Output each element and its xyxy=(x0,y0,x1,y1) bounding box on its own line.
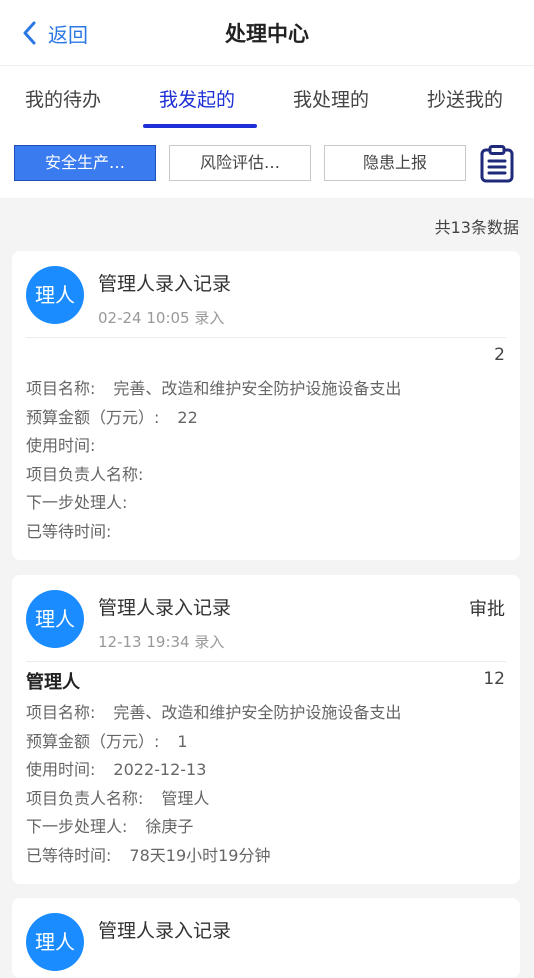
card-time: 12-13 19:34 录入 xyxy=(98,633,225,651)
field-budget: 预算金额（万元）: 1 xyxy=(26,731,188,751)
filter-risk-assessment[interactable]: 风险评估… xyxy=(169,145,311,181)
page-title: 处理中心 xyxy=(225,22,309,46)
field-next-handler: 下一步处理人: xyxy=(26,493,128,513)
divider xyxy=(26,337,506,338)
field-budget: 预算金额（万元）: 22 xyxy=(26,407,198,427)
tab-initiated-by-me[interactable]: 我发起的 xyxy=(159,85,235,112)
field-project-owner: 项目负责人名称: xyxy=(26,464,144,484)
record-count: 共13条数据 xyxy=(434,218,519,237)
clipboard-list-icon[interactable] xyxy=(479,145,515,187)
tab-my-todo[interactable]: 我的待办 xyxy=(25,85,101,112)
card-time: 02-24 10:05 录入 xyxy=(98,309,225,327)
card-number: 2 xyxy=(494,345,505,365)
tab-cc-to-me[interactable]: 抄送我的 xyxy=(427,85,503,112)
record-card[interactable]: 理人 管理人录入记录 xyxy=(12,898,520,978)
avatar: 理人 xyxy=(26,266,84,324)
field-project-name: 项目名称: 完善、改造和维护安全防护设施设备支出 xyxy=(26,379,402,398)
tab-bar: 我的待办 我发起的 我处理的 抄送我的 xyxy=(0,66,534,132)
field-waited-time: 已等待时间: xyxy=(26,521,112,541)
avatar: 理人 xyxy=(26,590,84,648)
card-title: 管理人录入记录 xyxy=(98,273,232,295)
card-fields: 项目名称: 完善、改造和维护安全防护设施设备支出 预算金额（万元）: 22 使用时间… xyxy=(26,375,401,547)
filter-safety-production[interactable]: 安全生产… xyxy=(14,145,156,181)
filter-bar: 安全生产… 风险评估… 隐患上报 xyxy=(0,132,534,198)
card-number: 12 xyxy=(483,669,505,689)
field-project-owner: 项目负责人名称: 管理人 xyxy=(26,788,210,808)
card-name: 管理人 xyxy=(26,672,80,693)
field-use-time: 使用时间: 2022-12-13 xyxy=(26,760,207,780)
avatar: 理人 xyxy=(26,913,84,971)
field-use-time: 使用时间: xyxy=(26,436,96,456)
card-fields: 项目名称: 完善、改造和维护安全防护设施设备支出 预算金额（万元）: 1 使用时间:… xyxy=(26,699,401,871)
card-title: 管理人录入记录 xyxy=(98,597,232,619)
field-waited-time: 已等待时间: 78天19小时19分钟 xyxy=(26,845,271,865)
field-next-handler: 下一步处理人: 徐庚子 xyxy=(26,817,194,837)
record-card[interactable]: 理人 管理人录入记录 12-13 19:34 录入 审批 管理人 12 项目名称… xyxy=(12,575,520,884)
approve-button[interactable]: 审批 xyxy=(469,595,505,621)
tab-processed-by-me[interactable]: 我处理的 xyxy=(293,85,369,112)
card-title: 管理人录入记录 xyxy=(98,920,232,942)
active-tab-indicator xyxy=(143,124,257,128)
filter-hazard-report[interactable]: 隐患上报 xyxy=(324,145,466,181)
record-card[interactable]: 理人 管理人录入记录 02-24 10:05 录入 2 项目名称: 完善、改造和维… xyxy=(12,251,520,560)
divider xyxy=(26,661,506,662)
field-project-name: 项目名称: 完善、改造和维护安全防护设施设备支出 xyxy=(26,703,402,722)
app-header: 返回 处理中心 xyxy=(0,0,534,66)
